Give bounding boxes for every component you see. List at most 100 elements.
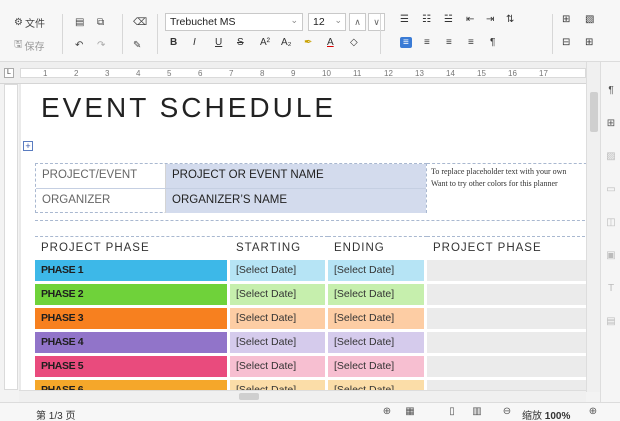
grow-font-button[interactable]: ∧ xyxy=(349,13,366,31)
bullet-list-icon[interactable]: ☰ xyxy=(400,14,409,25)
zoom-out-icon[interactable]: ⊖ xyxy=(500,406,514,419)
tab-stop-icon[interactable]: L xyxy=(4,68,14,78)
end-date-cell[interactable]: [Select Date] xyxy=(328,284,424,305)
table-row[interactable]: PHASE 6 [Select Date] [Select Date] xyxy=(35,380,586,390)
shrink-font-button[interactable]: ∨ xyxy=(368,13,385,31)
paragraph-icon[interactable]: ¶ xyxy=(604,84,618,98)
font-name-select[interactable]: Trebuchet MS ⌄ xyxy=(165,13,303,31)
horizontal-ruler[interactable]: L 1 2 3 4 5 6 7 8 9 10 11 12 13 14 15 16 17 xyxy=(0,62,600,84)
scrollbar-thumb[interactable] xyxy=(590,92,598,132)
decrease-indent-icon[interactable]: ⇤ xyxy=(466,14,474,25)
organizer-name-field[interactable]: ORGANIZER’S NAME xyxy=(166,189,426,213)
web-layout-icon[interactable]: ⊕ xyxy=(380,406,394,419)
start-date-cell[interactable]: [Select Date] xyxy=(230,356,325,377)
table-row[interactable]: PHASE 3 [Select Date] [Select Date] xyxy=(35,308,586,330)
start-date-cell[interactable]: [Select Date] xyxy=(230,284,325,305)
organizer-label: ORGANIZER xyxy=(36,189,166,213)
extra-cell[interactable] xyxy=(427,284,586,305)
shape-icon[interactable]: ▭ xyxy=(604,183,618,197)
text-effects-icon[interactable]: ◇ xyxy=(350,37,358,48)
add-table-icon[interactable]: + xyxy=(23,141,33,151)
bold-button[interactable]: B xyxy=(170,37,177,48)
table-grid-icon[interactable]: ⊞ xyxy=(604,117,618,131)
vertical-scrollbar[interactable] xyxy=(586,62,600,392)
end-date-cell[interactable]: [Select Date] xyxy=(328,260,424,281)
table-grid-icon[interactable]: ⊞ xyxy=(585,37,593,48)
align-center-button[interactable]: ≡ xyxy=(424,37,430,48)
align-right-button[interactable]: ≡ xyxy=(446,37,452,48)
toolbar-separator xyxy=(552,14,553,54)
document-page[interactable]: EVENT SCHEDULE + PROJECT/EVENT PROJECT O… xyxy=(21,84,586,390)
text-box-icon[interactable]: T xyxy=(604,282,618,296)
extra-cell[interactable] xyxy=(427,332,586,353)
clipboard-icon[interactable]: ▤ xyxy=(75,12,84,32)
horizontal-scrollbar[interactable] xyxy=(19,390,586,402)
phase-name-cell[interactable]: PHASE 5 xyxy=(35,356,227,377)
numbered-list-icon[interactable]: ☷ xyxy=(422,14,431,25)
end-date-cell[interactable]: [Select Date] xyxy=(328,332,424,353)
project-label: PROJECT/EVENT xyxy=(36,164,166,188)
phase-name-cell[interactable]: PHASE 6 xyxy=(35,380,227,390)
end-date-cell[interactable]: [Select Date] xyxy=(328,308,424,329)
italic-button[interactable]: I xyxy=(193,37,196,48)
media-icon[interactable]: ▣ xyxy=(604,249,618,263)
phase-name-cell[interactable]: PHASE 1 xyxy=(35,260,227,281)
superscript-button[interactable]: A² xyxy=(260,37,270,48)
phase-name-cell[interactable]: PHASE 3 xyxy=(35,308,227,329)
scrollbar-thumb[interactable] xyxy=(239,393,259,400)
font-color-button[interactable]: A xyxy=(327,37,334,48)
end-date-cell[interactable]: [Select Date] xyxy=(328,356,424,377)
table-row[interactable]: PHASE 4 [Select Date] [Select Date] xyxy=(35,332,586,354)
undo-icon[interactable]: ↶ xyxy=(75,35,83,55)
highlight-icon[interactable]: ✒ xyxy=(304,37,312,48)
extra-cell[interactable] xyxy=(427,308,586,329)
read-mode-icon[interactable]: ▦ xyxy=(403,406,417,419)
page-title: EVENT SCHEDULE xyxy=(41,92,337,123)
subscript-button[interactable]: A₂ xyxy=(281,37,292,48)
end-date-cell[interactable]: [Select Date] xyxy=(328,380,424,390)
table-row[interactable]: PHASE 2 [Select Date] [Select Date] xyxy=(35,284,586,306)
font-size-select[interactable]: 12 ⌄ xyxy=(308,13,346,31)
page-indicator[interactable]: 第 1/3 页 xyxy=(36,407,75,421)
table-row[interactable]: PHASE 5 [Select Date] [Select Date] xyxy=(35,356,586,378)
paragraph-mark-icon[interactable]: ¶ xyxy=(490,37,495,48)
start-date-cell[interactable]: [Select Date] xyxy=(230,332,325,353)
start-date-cell[interactable]: [Select Date] xyxy=(230,260,325,281)
eraser-icon[interactable]: ⌫ xyxy=(133,12,147,32)
copy-icon[interactable]: ⧉ xyxy=(97,12,104,32)
text-direction-icon[interactable]: ⇅ xyxy=(506,14,514,25)
multilevel-list-icon[interactable]: ☱ xyxy=(444,14,453,25)
ruler-track[interactable]: 1 2 3 4 5 6 7 8 9 10 11 12 13 14 15 16 17 xyxy=(20,68,586,78)
info-table[interactable]: PROJECT/EVENT PROJECT OR EVENT NAME ORGA… xyxy=(35,163,427,213)
outline-view-icon[interactable]: ▥ xyxy=(470,406,484,419)
phase-name-cell[interactable]: PHASE 2 xyxy=(35,284,227,305)
image-icon[interactable]: ▨ xyxy=(604,150,618,164)
start-date-cell[interactable]: [Select Date] xyxy=(230,308,325,329)
increase-indent-icon[interactable]: ⇥ xyxy=(486,14,494,25)
phase-name-cell[interactable]: PHASE 4 xyxy=(35,332,227,353)
document-area[interactable]: EVENT SCHEDULE + PROJECT/EVENT PROJECT O… xyxy=(19,84,586,390)
save-button[interactable]: 🖫 保存 xyxy=(14,35,45,55)
extra-cell[interactable] xyxy=(427,380,586,390)
strikethrough-button[interactable]: S xyxy=(237,37,244,48)
zoom-level[interactable]: 缩放 100% xyxy=(522,407,570,421)
table-icon[interactable]: ⊟ xyxy=(562,37,570,48)
table-row[interactable]: PHASE 1 [Select Date] [Select Date] xyxy=(35,260,586,282)
justify-button[interactable]: ≡ xyxy=(468,37,474,48)
zoom-in-icon[interactable]: ⊕ xyxy=(586,406,600,419)
shading-icon[interactable]: ▧ xyxy=(585,14,594,25)
start-date-cell[interactable]: [Select Date] xyxy=(230,380,325,390)
borders-icon[interactable]: ⊞ xyxy=(562,14,570,25)
file-menu-button[interactable]: ⚙ 文件 xyxy=(14,12,45,32)
underline-button[interactable]: U xyxy=(215,37,222,48)
align-left-button[interactable]: ≡ xyxy=(400,37,412,48)
chart-icon[interactable]: ◫ xyxy=(604,216,618,230)
extra-cell[interactable] xyxy=(427,356,586,377)
redo-icon[interactable]: ↷ xyxy=(97,35,105,55)
project-name-field[interactable]: PROJECT OR EVENT NAME xyxy=(166,164,426,188)
gallery-icon[interactable]: ▤ xyxy=(604,315,618,329)
format-painter-icon[interactable]: ✎ xyxy=(133,35,141,55)
print-layout-icon[interactable]: ▯ xyxy=(445,406,459,419)
extra-cell[interactable] xyxy=(427,260,586,281)
ruler-number: 13 xyxy=(415,69,424,78)
